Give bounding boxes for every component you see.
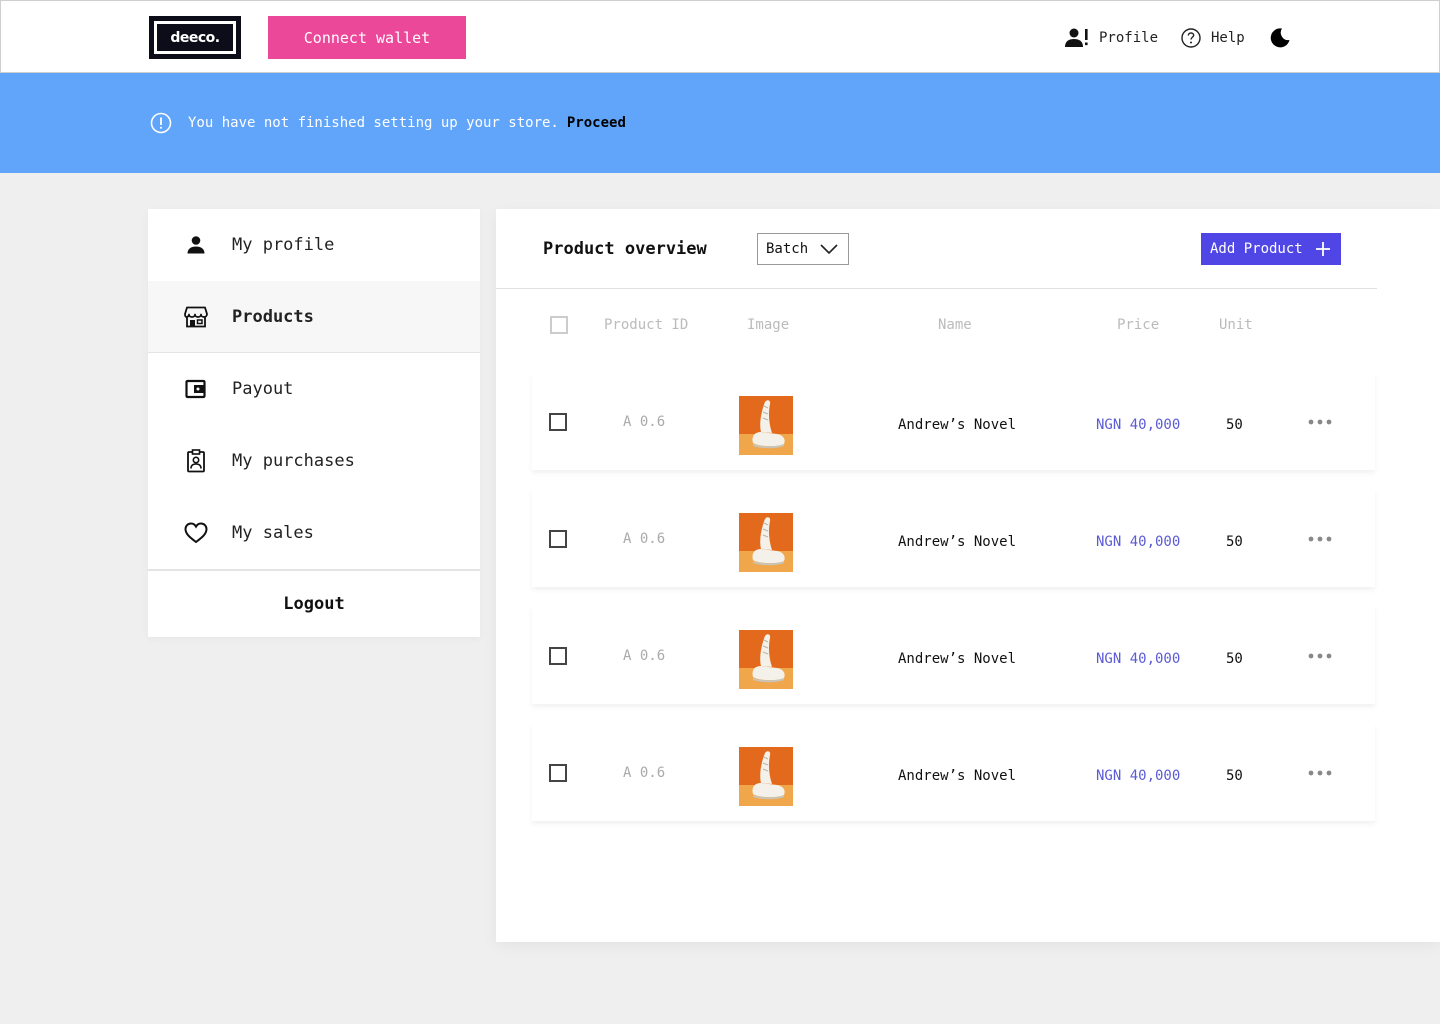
more-options-icon[interactable] [1308,647,1332,663]
product-id: A 0.6 [623,765,666,781]
sidebar-item-my-purchases[interactable]: My purchases [148,425,480,497]
product-id: A 0.6 [623,648,666,664]
help-link[interactable]: Help [1181,25,1245,51]
column-header-price: Price [1117,317,1160,333]
person-icon [184,233,208,257]
batch-select[interactable]: Batch [757,233,849,265]
help-icon [1181,28,1201,48]
row-checkbox[interactable] [549,764,567,782]
add-product-label: Add Product [1210,241,1303,257]
logo-text: deeco. [154,21,236,54]
store-icon [184,305,208,329]
logout-button[interactable]: Logout [148,571,480,637]
sidebar-item-label: My profile [232,235,335,255]
sidebar-item-products[interactable]: Products [148,281,480,353]
row-checkbox[interactable] [549,413,567,431]
sidebar-item-my-sales[interactable]: My sales [148,497,480,569]
badge-icon [184,449,208,473]
banner-message: You have not finished setting up your st… [188,115,559,131]
product-name: Andrew’s Novel [898,768,1017,784]
more-options-icon[interactable] [1308,764,1332,780]
product-unit: 50 [1226,768,1243,784]
profile-label: Profile [1099,30,1159,46]
profile-alert-icon [1065,28,1088,47]
product-id: A 0.6 [623,414,666,430]
table-row[interactable]: A 0.6 Andrew’s Novel NGN 40,000 50 [532,372,1375,470]
sidebar-item-payout[interactable]: Payout [148,353,480,425]
product-name: Andrew’s Novel [898,534,1017,550]
more-options-icon[interactable] [1308,413,1332,429]
sidebar-item-label: Payout [232,379,294,399]
batch-select-value: Batch [766,241,809,257]
product-unit: 50 [1226,534,1243,550]
proceed-link[interactable]: Proceed [567,115,626,131]
theme-toggle[interactable] [1269,25,1301,51]
brand-logo[interactable]: deeco. [149,16,241,59]
product-id: A 0.6 [623,531,666,547]
product-price: NGN 40,000 [1096,651,1181,667]
chevron-down-icon [820,244,838,254]
sidebar: My profile Products Payout My purchases … [148,209,480,637]
table-row[interactable]: A 0.6 Andrew’s Novel NGN 40,000 50 [532,489,1375,587]
product-price: NGN 40,000 [1096,768,1181,784]
moon-icon [1270,28,1290,48]
product-name: Andrew’s Novel [898,651,1017,667]
table-row[interactable]: A 0.6 Andrew’s Novel NGN 40,000 50 [532,606,1375,704]
product-price: NGN 40,000 [1096,534,1181,550]
profile-link[interactable]: Profile [1065,25,1158,51]
select-all-checkbox[interactable] [550,316,568,334]
column-header-product-id: Product ID [604,317,689,333]
row-checkbox[interactable] [549,530,567,548]
setup-banner: You have not finished setting up your st… [0,73,1440,173]
header-divider [496,288,1377,289]
column-header-image: Image [747,317,790,333]
info-icon [150,112,172,134]
sidebar-item-my-profile[interactable]: My profile [148,209,480,281]
sidebar-item-label: My sales [232,523,314,543]
table-header: Product ID Image Name Price Unit [532,309,1372,341]
heart-icon [184,521,208,545]
help-label: Help [1211,30,1245,46]
product-unit: 50 [1226,651,1243,667]
sidebar-item-label: My purchases [232,451,355,471]
product-name: Andrew’s Novel [898,417,1017,433]
add-product-button[interactable]: Add Product [1201,233,1341,265]
plus-icon [1315,242,1330,256]
product-thumbnail [739,630,793,689]
more-options-icon[interactable] [1308,530,1332,546]
column-header-name: Name [938,317,972,333]
table-row[interactable]: A 0.6 Andrew’s Novel NGN 40,000 50 [532,723,1375,821]
row-checkbox[interactable] [549,647,567,665]
product-overview-panel: Product overview Batch Add Product Produ… [496,209,1440,942]
product-unit: 50 [1226,417,1243,433]
column-header-unit: Unit [1219,317,1253,333]
connect-wallet-button[interactable]: Connect wallet [268,16,466,59]
top-header: deeco. Connect wallet Profile Help [0,0,1440,73]
product-thumbnail [739,747,793,806]
page-title: Product overview [543,239,707,259]
sidebar-item-label: Products [232,306,314,327]
product-price: NGN 40,000 [1096,417,1181,433]
wallet-icon [184,377,208,401]
product-thumbnail [739,513,793,572]
product-thumbnail [739,396,793,455]
